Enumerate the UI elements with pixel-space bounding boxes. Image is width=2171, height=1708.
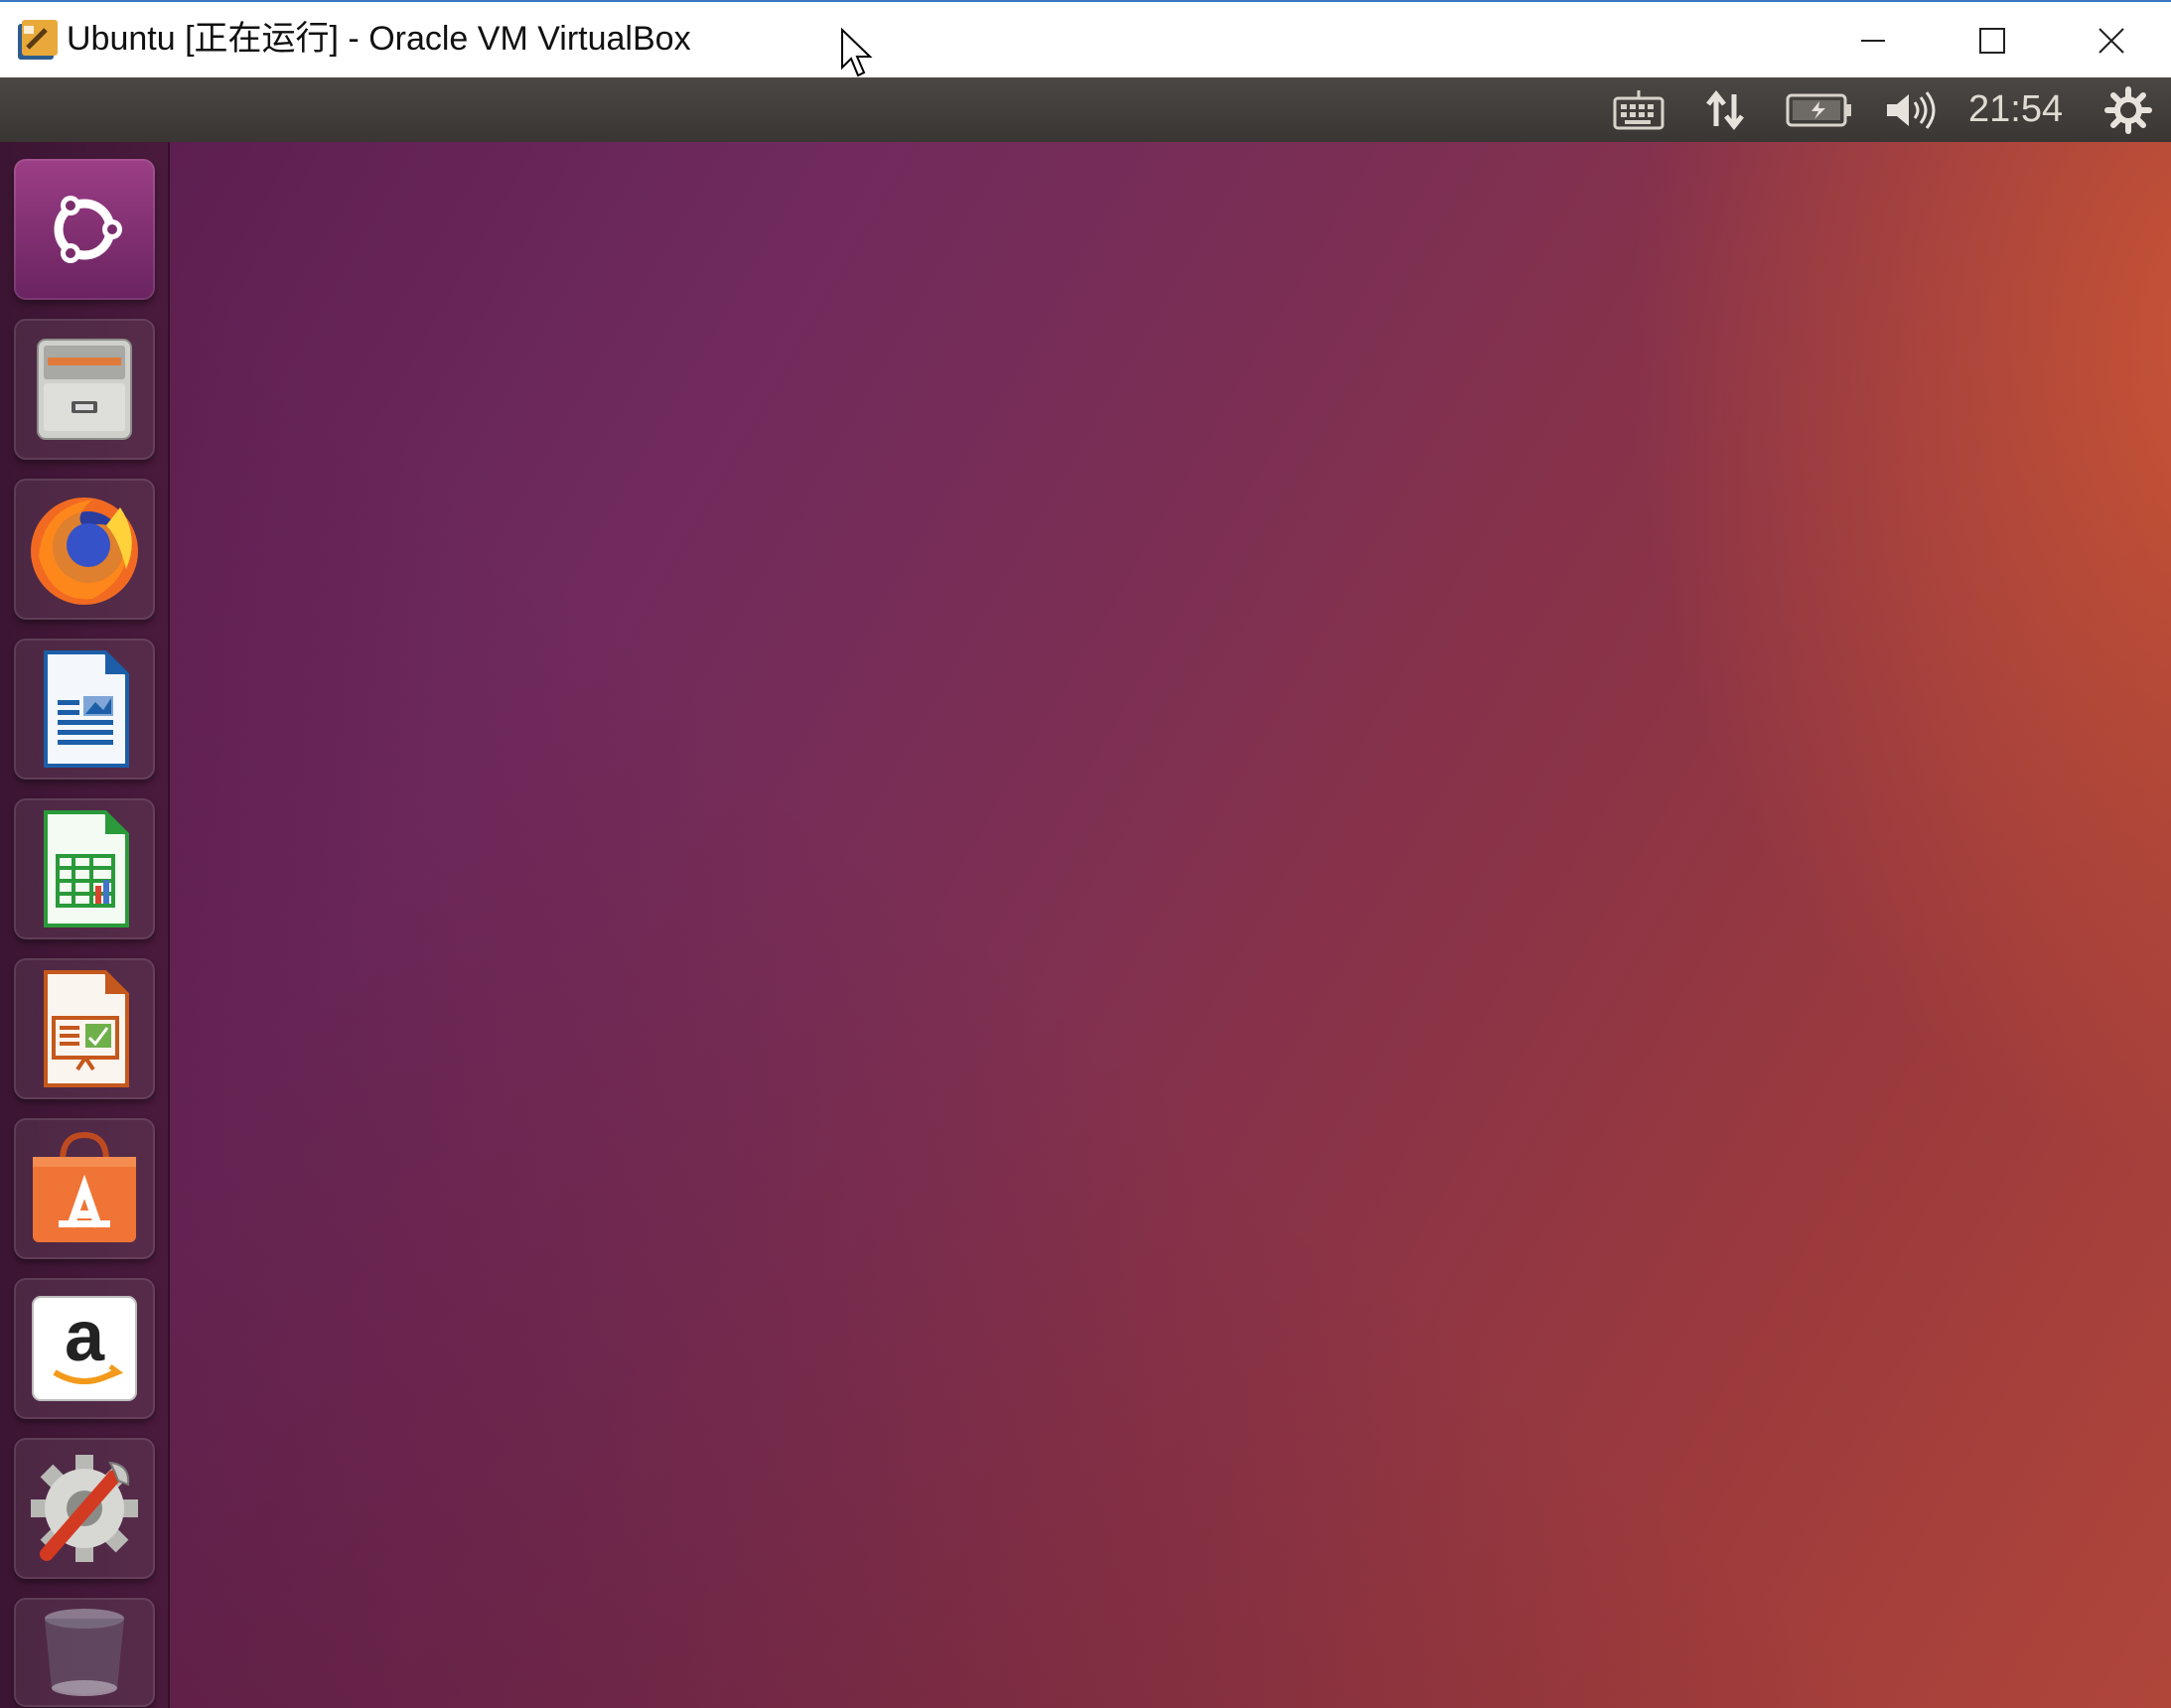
trash-icon bbox=[45, 1609, 124, 1696]
launcher-item-impress[interactable] bbox=[14, 958, 155, 1099]
settings-gear-icon bbox=[2104, 85, 2152, 134]
writer-document-icon bbox=[44, 650, 129, 768]
software-bag-icon bbox=[33, 1131, 136, 1242]
launcher-item-system-settings[interactable] bbox=[14, 1438, 155, 1579]
network-indicator[interactable] bbox=[1698, 77, 1754, 142]
launcher: a bbox=[0, 142, 170, 1708]
launcher-item-calc[interactable] bbox=[14, 798, 155, 939]
volume-icon bbox=[1887, 90, 1936, 129]
launcher-item-amazon[interactable]: a bbox=[14, 1278, 155, 1419]
svg-text:a: a bbox=[65, 1297, 105, 1376]
launcher-item-software[interactable] bbox=[14, 1118, 155, 1259]
amazon-icon: a bbox=[32, 1296, 137, 1401]
battery-indicator[interactable] bbox=[1784, 77, 1855, 142]
close-icon bbox=[2099, 28, 2124, 54]
desktop-background[interactable] bbox=[170, 142, 2171, 1708]
volume-indicator[interactable] bbox=[1881, 77, 1941, 142]
network-icon bbox=[1706, 89, 1744, 130]
maximize-button[interactable] bbox=[1953, 12, 2032, 70]
file-cabinet-icon bbox=[37, 339, 132, 440]
virtualbox-icon bbox=[16, 18, 60, 62]
ubuntu-top-panel: 21:54 bbox=[0, 77, 2171, 142]
panel-clock[interactable]: 21:54 bbox=[1968, 77, 2063, 142]
launcher-item-writer[interactable] bbox=[14, 639, 155, 780]
minimize-button[interactable] bbox=[1833, 12, 1913, 70]
launcher-item-trash[interactable] bbox=[14, 1598, 155, 1707]
maximize-icon bbox=[1979, 28, 2005, 54]
window-title: Ubuntu [正在运行] - Oracle VM VirtualBox bbox=[67, 20, 691, 58]
keyboard-icon bbox=[1613, 89, 1664, 129]
ubuntu-logo-icon bbox=[54, 196, 122, 263]
calc-spreadsheet-icon bbox=[44, 810, 129, 927]
window-titlebar[interactable]: Ubuntu [正在运行] - Oracle VM VirtualBox bbox=[0, 0, 2171, 77]
launcher-item-firefox[interactable] bbox=[14, 479, 155, 620]
impress-presentation-icon bbox=[44, 970, 129, 1087]
arrow-cursor-icon bbox=[841, 27, 873, 77]
launcher-item-files[interactable] bbox=[14, 319, 155, 460]
session-indicator[interactable] bbox=[2099, 77, 2157, 142]
keyboard-indicator[interactable] bbox=[1609, 77, 1668, 142]
minimize-icon bbox=[1861, 40, 1885, 42]
system-settings-icon bbox=[31, 1455, 138, 1562]
firefox-icon bbox=[31, 498, 138, 605]
launcher-item-dash[interactable] bbox=[14, 159, 155, 300]
mouse-cursor bbox=[840, 27, 876, 83]
battery-icon bbox=[1786, 93, 1851, 126]
close-button[interactable] bbox=[2072, 12, 2151, 70]
